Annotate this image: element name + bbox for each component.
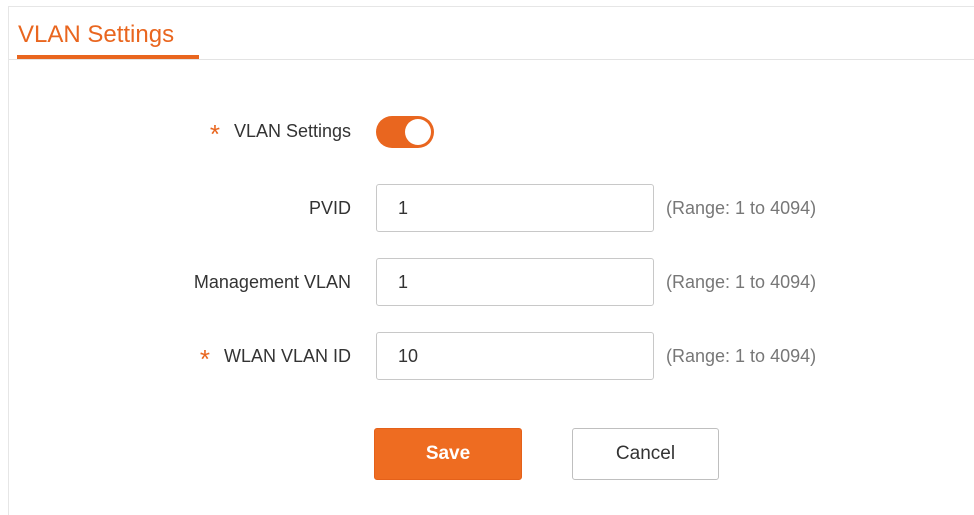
management-vlan-row: Management VLAN (Range: 1 to 4094)	[9, 258, 974, 306]
save-button[interactable]: Save	[374, 428, 522, 480]
wlan-vlan-id-input[interactable]	[376, 332, 654, 380]
title-underline	[17, 55, 199, 59]
wlan-vlan-id-range-hint: (Range: 1 to 4094)	[666, 345, 817, 366]
pvid-label: PVID	[308, 197, 351, 218]
management-vlan-label: Management VLAN	[193, 271, 351, 292]
wlan-vlan-id-row: * WLAN VLAN ID (Range: 1 to 4094)	[9, 332, 974, 380]
required-asterisk: *	[199, 344, 210, 374]
vlan-settings-label: VLAN Settings	[233, 120, 351, 141]
pvid-range-hint: (Range: 1 to 4094)	[666, 197, 817, 218]
management-vlan-label-group: Management VLAN	[194, 258, 351, 306]
management-vlan-range-hint: (Range: 1 to 4094)	[666, 271, 817, 292]
pvid-row: PVID (Range: 1 to 4094)	[9, 184, 974, 232]
page-title: VLAN Settings	[18, 21, 175, 48]
pvid-input[interactable]	[376, 184, 654, 232]
wlan-vlan-id-label-group: * WLAN VLAN ID	[200, 332, 351, 380]
wlan-vlan-id-label: WLAN VLAN ID	[223, 345, 351, 366]
vlan-settings-label-group: * VLAN Settings	[210, 107, 351, 155]
vlan-settings-row: * VLAN Settings	[9, 107, 974, 155]
management-vlan-input[interactable]	[376, 258, 654, 306]
toggle-knob	[405, 119, 431, 145]
required-asterisk: *	[209, 119, 220, 149]
panel-header: VLAN Settings	[9, 7, 974, 60]
vlan-settings-panel: VLAN Settings * VLAN Settings PVID (Rang…	[8, 6, 974, 515]
vlan-settings-toggle[interactable]	[376, 116, 434, 148]
cancel-button[interactable]: Cancel	[572, 428, 719, 480]
pvid-label-group: PVID	[309, 184, 351, 232]
